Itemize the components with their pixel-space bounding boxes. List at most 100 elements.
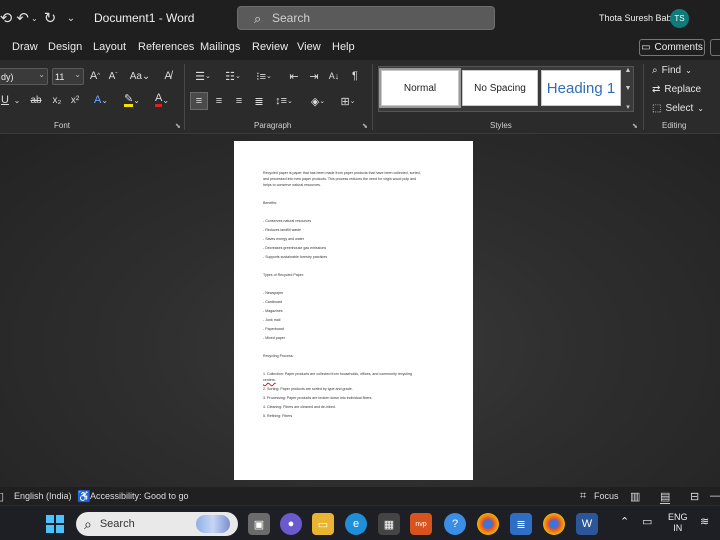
more-styles-icon[interactable]: ▾ (626, 103, 630, 111)
show-formatting-icon[interactable]: ¶ (348, 68, 362, 84)
wifi-icon[interactable]: ≋ (700, 515, 709, 528)
font-size-combo[interactable]: 11 ⌄ (52, 68, 84, 85)
comments-button[interactable]: ▭ Comments (639, 39, 705, 56)
font-name-combo[interactable]: dy) ⌄ (0, 68, 48, 85)
bullets-icon[interactable]: ☰ ⌄ (192, 68, 214, 84)
web-layout-icon[interactable]: ⊟ (690, 490, 699, 503)
taskbar-search[interactable]: ⌕ Search (76, 512, 238, 536)
text-effects-icon[interactable]: A ⌄ (90, 92, 112, 108)
notepad-icon[interactable]: ≣ (510, 513, 532, 535)
windows-start-icon[interactable] (44, 513, 66, 535)
tab-layout[interactable]: Layout (93, 41, 126, 53)
redo-icon[interactable]: ↻ (42, 8, 58, 28)
proofing-icon[interactable]: ▯ (0, 490, 4, 503)
styles-dialog-launcher-icon[interactable]: ⬊ (632, 122, 638, 130)
accessibility-status[interactable]: Accessibility: Good to go (90, 491, 189, 501)
task-view-icon[interactable]: ▣ (248, 513, 270, 535)
avatar[interactable]: TS (670, 9, 689, 28)
tab-mailings[interactable]: Mailings (200, 41, 240, 53)
share-button[interactable] (710, 39, 720, 56)
font-group-label: Font (54, 121, 71, 130)
grow-font-icon[interactable]: A ^ (88, 68, 102, 84)
language-indicator[interactable]: ENG IN (668, 512, 688, 534)
region-code: IN (673, 523, 683, 533)
chevron-down-icon: ⌄ (38, 70, 45, 79)
decrease-indent-icon[interactable]: ⇤ (286, 68, 302, 84)
focus-icon: ⌗ (580, 490, 587, 502)
align-left-icon[interactable]: ≡ (190, 92, 208, 110)
underline-icon[interactable]: U (0, 92, 10, 108)
group-divider (184, 64, 185, 130)
app-icon[interactable]: nvp (410, 513, 432, 535)
highlight-icon[interactable]: ✎ ⌄ (120, 92, 144, 108)
print-layout-icon[interactable]: ▤ (660, 490, 671, 504)
style-normal[interactable]: Normal (379, 68, 461, 108)
customize-qat-icon[interactable]: ⌄ (64, 8, 78, 28)
list-item: - Conserves natural resources (263, 219, 312, 223)
search-box[interactable]: ⌕ (237, 6, 495, 30)
zoom-out-icon[interactable]: — (710, 490, 720, 502)
find-button[interactable]: ⌕ Find ⌄ (652, 65, 692, 76)
style-no-spacing[interactable]: No Spacing (462, 70, 538, 106)
word-icon[interactable]: W (576, 513, 598, 535)
undo-icon[interactable]: ↶ ⌄ (16, 8, 38, 28)
subscript-icon[interactable]: x₂ (50, 92, 64, 108)
align-right-icon[interactable]: ≡ (230, 92, 248, 110)
tab-references[interactable]: References (138, 41, 194, 53)
list-item: 2. Sorting: Paper products are sorted by… (263, 387, 353, 391)
tab-design[interactable]: Design (48, 41, 82, 53)
superscript-icon[interactable]: x² (68, 92, 82, 108)
battery-icon[interactable]: ▭ (642, 515, 652, 528)
style-heading-1[interactable]: Heading 1 (541, 70, 621, 106)
tab-draw[interactable]: Draw (12, 41, 38, 53)
taskbar: ⌕ Search ▣ ● ▭ e ▦ nvp ? ≣ W ⌃ ▭ ENG IN … (0, 505, 720, 540)
styles-scroll[interactable]: ▲ ▼ ▾ (622, 67, 634, 111)
list-item: 1. Collection: Paper products are collec… (263, 372, 412, 376)
sort-icon[interactable]: A↓ (326, 68, 342, 84)
chrome-profile-icon[interactable] (543, 513, 565, 535)
edge-icon[interactable]: e (345, 513, 367, 535)
replace-button[interactable]: ⇄ Replace (652, 84, 701, 95)
language-status[interactable]: English (India) (14, 491, 72, 501)
increase-indent-icon[interactable]: ⇥ (306, 68, 322, 84)
search-input[interactable] (272, 10, 472, 26)
chat-icon[interactable]: ● (280, 513, 302, 535)
focus-button[interactable]: Focus (594, 491, 619, 501)
tab-help[interactable]: Help (332, 41, 355, 53)
status-bar: ▯ English (India) ♿ Accessibility: Good … (0, 487, 720, 505)
autosave-icon[interactable]: ⟲ (0, 8, 12, 28)
paragraph-dialog-launcher-icon[interactable]: ⬊ (362, 122, 368, 130)
file-explorer-icon[interactable]: ▭ (312, 513, 334, 535)
font-size-value: 11 (55, 71, 65, 82)
store-icon[interactable]: ▦ (378, 513, 400, 535)
document-page[interactable]: Recycled paper is paper that has been ma… (234, 141, 473, 480)
word-window: ⟲ ↶⌄ ↻ ⌄ Document1 - Word ⌕ Thota Suresh… (0, 0, 720, 540)
shrink-font-icon[interactable]: Aˇ (106, 68, 120, 84)
chevron-up-icon[interactable]: ▲ (625, 67, 632, 74)
clear-formatting-icon[interactable]: A̸ (160, 68, 176, 84)
shading-icon[interactable]: ◈ ⌄ (306, 92, 330, 110)
font-dialog-launcher-icon[interactable]: ⬊ (175, 122, 181, 130)
chevron-up-icon[interactable]: ⌃ (620, 515, 629, 528)
multilevel-list-icon[interactable]: ⁝≡ ⌄ (252, 68, 276, 84)
font-color-icon[interactable]: A ⌄ (150, 92, 174, 108)
align-center-icon[interactable]: ≡ (210, 92, 228, 110)
chrome-icon[interactable] (477, 513, 499, 535)
comments-label: Comments (654, 42, 703, 53)
chevron-down-icon[interactable]: ⌄ (12, 92, 22, 108)
chevron-down-icon[interactable]: ▼ (625, 85, 632, 92)
borders-icon[interactable]: ⊞ ⌄ (336, 92, 360, 110)
change-case-icon[interactable]: Aa⌄ (128, 68, 152, 84)
strikethrough-icon[interactable]: ab (28, 92, 44, 108)
justify-icon[interactable]: ≣ (250, 92, 268, 110)
select-button[interactable]: ⬚ Select ⌄ (652, 103, 704, 114)
tab-review[interactable]: Review (252, 41, 288, 53)
help-icon[interactable]: ? (444, 513, 466, 535)
line-spacing-icon[interactable]: ↕≡ ⌄ (272, 92, 296, 110)
list-item: 3. Processing: Paper products are broken… (263, 396, 373, 400)
read-mode-icon[interactable]: ▥ (630, 490, 640, 503)
section-heading: Benefits: (263, 201, 277, 205)
tab-view[interactable]: View (297, 41, 321, 53)
paragraph-line: Recycled paper is paper that has been ma… (263, 171, 421, 175)
numbering-icon[interactable]: ☷ ⌄ (222, 68, 244, 84)
